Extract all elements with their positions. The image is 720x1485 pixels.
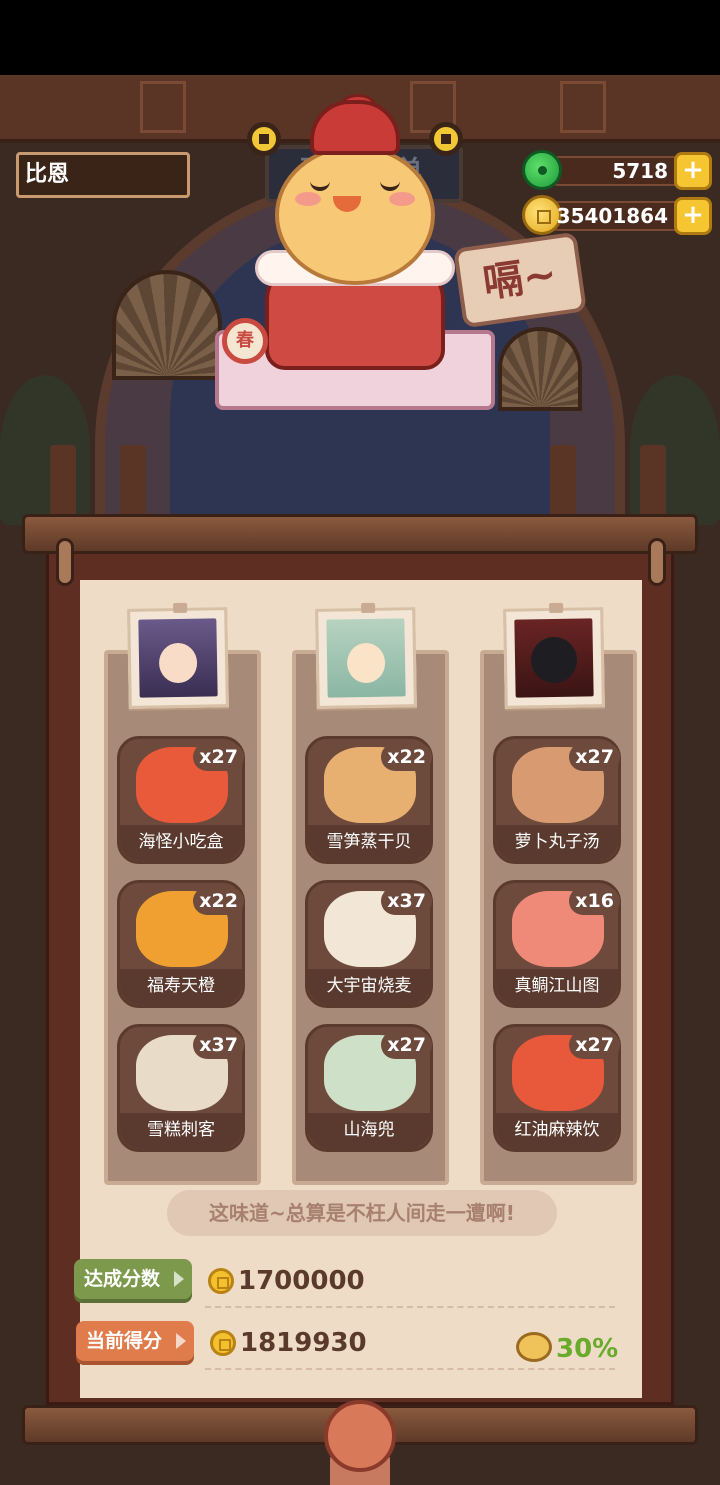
dish-count: x22: [381, 743, 432, 771]
jade-counter: 5718 +: [522, 150, 712, 190]
guest-quote: 这味道~总算是不枉人间走一遭啊!: [167, 1190, 557, 1236]
dish-count: x37: [381, 887, 432, 915]
mascot-head: [275, 145, 435, 285]
divider: [205, 1368, 615, 1370]
beam-ornament: [140, 81, 186, 133]
dish-card[interactable]: x37 雪糕刺客: [117, 1024, 245, 1152]
guest-portrait-frame[interactable]: [315, 602, 417, 709]
coin-ornament-icon: [429, 122, 463, 156]
empress-portrait: [138, 618, 218, 698]
mascot-blush: [389, 192, 415, 206]
dish-name: 真鲷江山图: [496, 969, 618, 1005]
chick-mascot[interactable]: [215, 94, 495, 430]
dish-count: x22: [193, 887, 244, 915]
jade-icon: [522, 150, 562, 190]
divider: [205, 1306, 615, 1308]
dish-name: 萝卜丸子汤: [496, 825, 618, 861]
dish-name: 福寿天橙: [120, 969, 242, 1005]
dish-count: x16: [569, 887, 620, 915]
current-score-label: 当前得分: [76, 1321, 194, 1361]
scroll-top-rod: [22, 514, 698, 554]
dish-card[interactable]: x37 大宇宙烧麦: [305, 880, 433, 1008]
fan-right: [498, 327, 582, 411]
add-jade-button[interactable]: +: [674, 152, 712, 190]
target-score-label: 达成分数: [74, 1259, 192, 1299]
bonus-percent: 30%: [556, 1334, 619, 1364]
target-score-value: 1700000: [238, 1266, 365, 1296]
dish-name: 海怪小吃盒: [120, 825, 242, 861]
current-score-value: 1819930: [240, 1328, 367, 1358]
railing: [40, 445, 680, 525]
mascot-hat: [310, 100, 400, 155]
jade-value: 5718: [612, 159, 668, 183]
dish-card[interactable]: x27 红油麻辣饮: [493, 1024, 621, 1152]
speech-bubble: 嗝~: [453, 231, 587, 329]
dish-card[interactable]: x27 海怪小吃盒: [117, 736, 245, 864]
chinese-knot-icon: [324, 1400, 396, 1472]
scholar-portrait: [326, 618, 406, 698]
beam-ornament: [560, 81, 606, 133]
drum-icon: 春: [222, 318, 268, 364]
status-bar-area: [0, 0, 720, 75]
dish-card[interactable]: x16 真鲷江山图: [493, 880, 621, 1008]
dish-name: 大宇宙烧麦: [308, 969, 430, 1005]
dish-name: 红油麻辣饮: [496, 1113, 618, 1149]
guest-portrait-frame[interactable]: [127, 602, 229, 709]
coin-ornament-icon: [247, 122, 281, 156]
mascot-blush: [295, 192, 321, 206]
player-name: 比恩: [16, 152, 190, 198]
dish-card[interactable]: x27 萝卜丸子汤: [493, 736, 621, 864]
dish-card[interactable]: x22 雪笋蒸干贝: [305, 736, 433, 864]
guest-portrait-frame[interactable]: [503, 602, 605, 709]
coin-icon: [208, 1268, 234, 1294]
dish-count: x27: [569, 1031, 620, 1059]
dish-count: x37: [193, 1031, 244, 1059]
gold-counter: 35401864 +: [522, 195, 712, 235]
add-gold-button[interactable]: +: [674, 197, 712, 235]
dish-count: x27: [381, 1031, 432, 1059]
gold-value: 35401864: [556, 204, 668, 228]
black-dog-portrait: [514, 618, 594, 698]
dish-name: 雪糕刺客: [120, 1113, 242, 1149]
dish-name: 山海兜: [308, 1113, 430, 1149]
dish-name: 雪笋蒸干贝: [308, 825, 430, 861]
dish-count: x27: [193, 743, 244, 771]
coin-icon: [210, 1330, 236, 1356]
dish-card[interactable]: x22 福寿天橙: [117, 880, 245, 1008]
fan-left: [112, 270, 222, 380]
bonus-icon: [516, 1332, 552, 1362]
dish-count: x27: [569, 743, 620, 771]
dish-card[interactable]: x27 山海兜: [305, 1024, 433, 1152]
